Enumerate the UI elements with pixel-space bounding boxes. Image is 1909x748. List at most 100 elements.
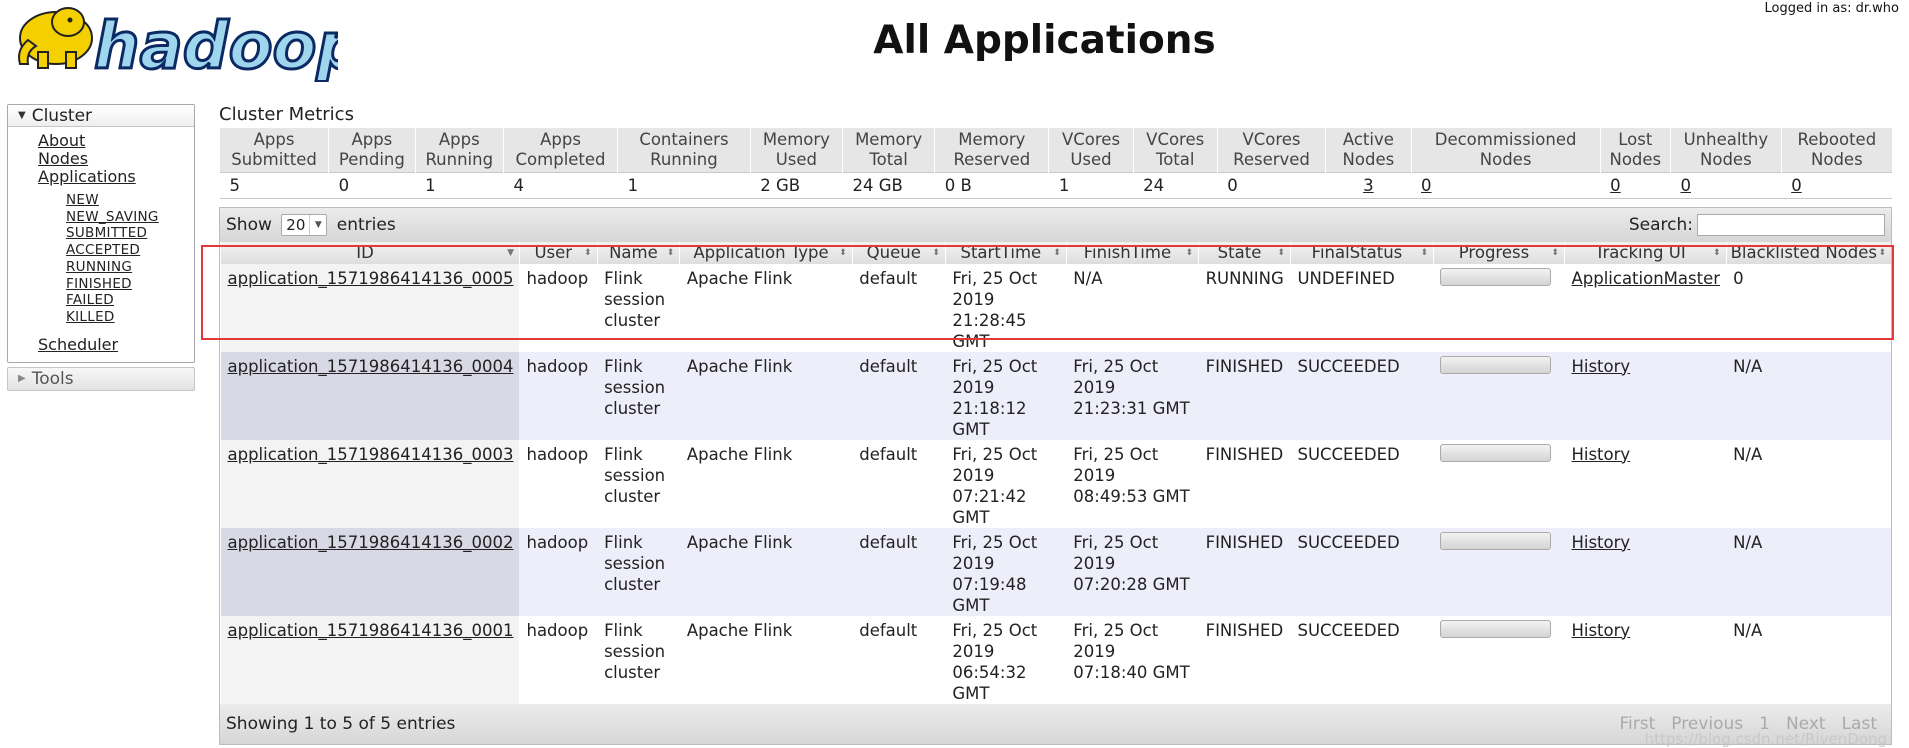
- table-cell: Fri, 25 Oct 2019 07:18:40 GMT: [1066, 615, 1199, 704]
- table-cell: Fri, 25 Oct 2019 21:28:45 GMT: [945, 263, 1067, 352]
- metrics-value: 0 B: [934, 171, 1049, 199]
- table-row[interactable]: application_1571986414136_0001 hadoop Flin…: [220, 615, 1891, 704]
- blacklisted-nodes-cell: 0: [1733, 268, 1744, 288]
- metrics-value-link[interactable]: 0: [1670, 171, 1782, 199]
- tracking-ui-link[interactable]: History: [1571, 445, 1630, 464]
- tracking-ui-link[interactable]: ApplicationMaster: [1571, 269, 1720, 288]
- main-content: Cluster Metrics Apps Submitted Apps Pending…: [218, 100, 1892, 748]
- column-header[interactable]: State ⬍: [1198, 241, 1291, 264]
- table-cell: default: [852, 615, 946, 704]
- column-header[interactable]: User ⬍: [518, 241, 598, 264]
- nav-link-state-running[interactable]: RUNNING: [66, 259, 194, 276]
- nav-link-state-new-saving[interactable]: NEW_SAVING: [66, 209, 194, 226]
- nav-link-scheduler[interactable]: Scheduler: [38, 335, 194, 354]
- app-state-list: NEW NEW_SAVING SUBMITTED ACCEPTED RUNNIN…: [38, 186, 194, 326]
- table-cell: application_1571986414136_0004: [220, 351, 520, 440]
- metrics-header-line: Nodes: [1479, 149, 1532, 169]
- application-id-link[interactable]: application_1571986414136_0004: [228, 357, 514, 376]
- metrics-header-line: Memory: [958, 129, 1026, 149]
- name-cell: Flink session cluster: [604, 444, 666, 506]
- application-id-link[interactable]: application_1571986414136_0005: [228, 269, 514, 288]
- application-type-cell: Apache Flink: [686, 444, 793, 464]
- tools-section-header[interactable]: ▶ Tools: [7, 366, 195, 391]
- name-cell: Flink session cluster: [604, 268, 666, 330]
- metrics-value-link[interactable]: 3: [1325, 171, 1412, 199]
- tracking-ui-link[interactable]: History: [1571, 621, 1630, 640]
- table-cell: Apache Flink: [679, 439, 853, 528]
- metrics-values-row: 501412 GB 24 GB 0 B 1 24 0 3 0 0 0 0: [219, 171, 1892, 199]
- table-cell: UNDEFINED: [1290, 263, 1434, 352]
- metrics-header-cell: Apps Pending: [328, 128, 416, 172]
- final-status-cell: SUCCEEDED: [1297, 356, 1400, 376]
- application-id-link[interactable]: application_1571986414136_0001: [228, 621, 514, 640]
- column-header[interactable]: FinishTime ⬍: [1065, 241, 1199, 264]
- table-cell: History: [1564, 351, 1727, 440]
- application-id-link[interactable]: application_1571986414136_0003: [228, 445, 514, 464]
- column-header[interactable]: Name ⬍: [596, 241, 680, 264]
- table-cell: FINISHED: [1198, 439, 1291, 528]
- nav-link-nodes[interactable]: Nodes: [38, 150, 194, 168]
- metrics-value: 4: [503, 171, 618, 199]
- metrics-header-line: Submitted: [231, 149, 317, 169]
- cluster-metrics-title: Cluster Metrics: [219, 104, 354, 125]
- table-row[interactable]: application_1571986414136_0005 hadoop Flin…: [220, 263, 1891, 352]
- queue-cell: default: [859, 620, 918, 640]
- column-header-label: Queue: [866, 243, 921, 262]
- table-row[interactable]: application_1571986414136_0004 hadoop Flin…: [220, 351, 1891, 440]
- metrics-value-link[interactable]: 0: [1411, 171, 1601, 199]
- sort-icon: ⬍: [1185, 247, 1194, 258]
- page-length-select[interactable]: 20 ▼: [281, 213, 328, 236]
- table-cell: Fri, 25 Oct 2019 08:49:53 GMT: [1066, 439, 1199, 528]
- table-row[interactable]: application_1571986414136_0003 hadoop Flin…: [220, 439, 1891, 528]
- metrics-header-cell: Memory Total: [841, 128, 935, 172]
- nav-link-state-new[interactable]: NEW: [66, 192, 194, 209]
- column-header[interactable]: Queue ⬍: [851, 241, 946, 264]
- queue-cell: default: [859, 268, 918, 288]
- cluster-section-header[interactable]: ▼ Cluster: [8, 105, 194, 127]
- metrics-value-link[interactable]: 0: [1600, 171, 1671, 199]
- user-cell: hadoop: [526, 356, 589, 376]
- sort-icon: ⬍: [666, 247, 675, 258]
- table-cell: Flink session cluster: [597, 615, 680, 704]
- table-cell: application_1571986414136_0005: [220, 263, 520, 352]
- search-input[interactable]: [1697, 213, 1885, 236]
- final-status-cell: SUCCEEDED: [1297, 444, 1400, 464]
- applications-header-row: ID ▼ User ⬍ Name ⬍ Application Type ⬍ Queue ⬍ Star…: [220, 241, 1891, 264]
- tracking-ui-link[interactable]: History: [1571, 533, 1630, 552]
- sort-icon: ⬍: [932, 247, 940, 258]
- metrics-value: 24 GB: [842, 171, 935, 199]
- sort-icon: ⬍: [1713, 247, 1721, 258]
- column-header-label: User: [534, 243, 573, 262]
- progress-bar: [1440, 443, 1552, 462]
- table-cell: N/A: [1066, 263, 1199, 352]
- applications-body: application_1571986414136_0005hadoop Flin…: [220, 263, 1891, 704]
- metrics-header-cell: Rebooted Nodes: [1780, 128, 1892, 172]
- column-header[interactable]: FinalStatus ⬍: [1289, 241, 1434, 264]
- nav-link-state-failed[interactable]: FAILED: [66, 292, 194, 309]
- table-cell: Flink session cluster: [597, 439, 680, 528]
- application-id-link[interactable]: application_1571986414136_0002: [228, 533, 514, 552]
- column-header[interactable]: StartTime ⬍: [944, 241, 1067, 264]
- column-header[interactable]: Progress ⬍: [1432, 241, 1565, 264]
- finish-time-cell: Fri, 25 Oct 2019 08:49:53 GMT: [1073, 444, 1190, 506]
- tracking-ui-link[interactable]: History: [1571, 357, 1630, 376]
- nav-link-state-killed[interactable]: KILLED: [66, 309, 194, 326]
- table-cell: [1433, 351, 1565, 440]
- metrics-header-line: Unhealthy: [1683, 129, 1769, 149]
- nav-link-state-submitted[interactable]: SUBMITTED: [66, 225, 194, 242]
- nav-link-state-accepted[interactable]: ACCEPTED: [66, 242, 194, 259]
- blacklisted-nodes-cell: N/A: [1733, 444, 1763, 464]
- nav-link-state-finished[interactable]: FINISHED: [66, 276, 194, 293]
- start-time-cell: Fri, 25 Oct 2019 07:19:48 GMT: [952, 532, 1038, 615]
- metrics-header-line: Pending: [338, 149, 405, 169]
- table-row[interactable]: application_1571986414136_0002 hadoop Flin…: [220, 527, 1891, 616]
- column-header[interactable]: ID ▼: [220, 241, 520, 264]
- nav-link-applications[interactable]: Applications: [38, 168, 194, 186]
- nav-link-about[interactable]: About: [38, 132, 194, 150]
- metrics-value: 0: [1217, 171, 1326, 199]
- column-header[interactable]: Application Type ⬍: [679, 241, 853, 264]
- column-header[interactable]: Blacklisted Nodes ⬍: [1725, 241, 1891, 264]
- column-header[interactable]: Tracking UI ⬍: [1563, 241, 1727, 264]
- metrics-value-link[interactable]: 0: [1781, 171, 1892, 199]
- length-control: Show 20 ▼ entries: [226, 213, 396, 236]
